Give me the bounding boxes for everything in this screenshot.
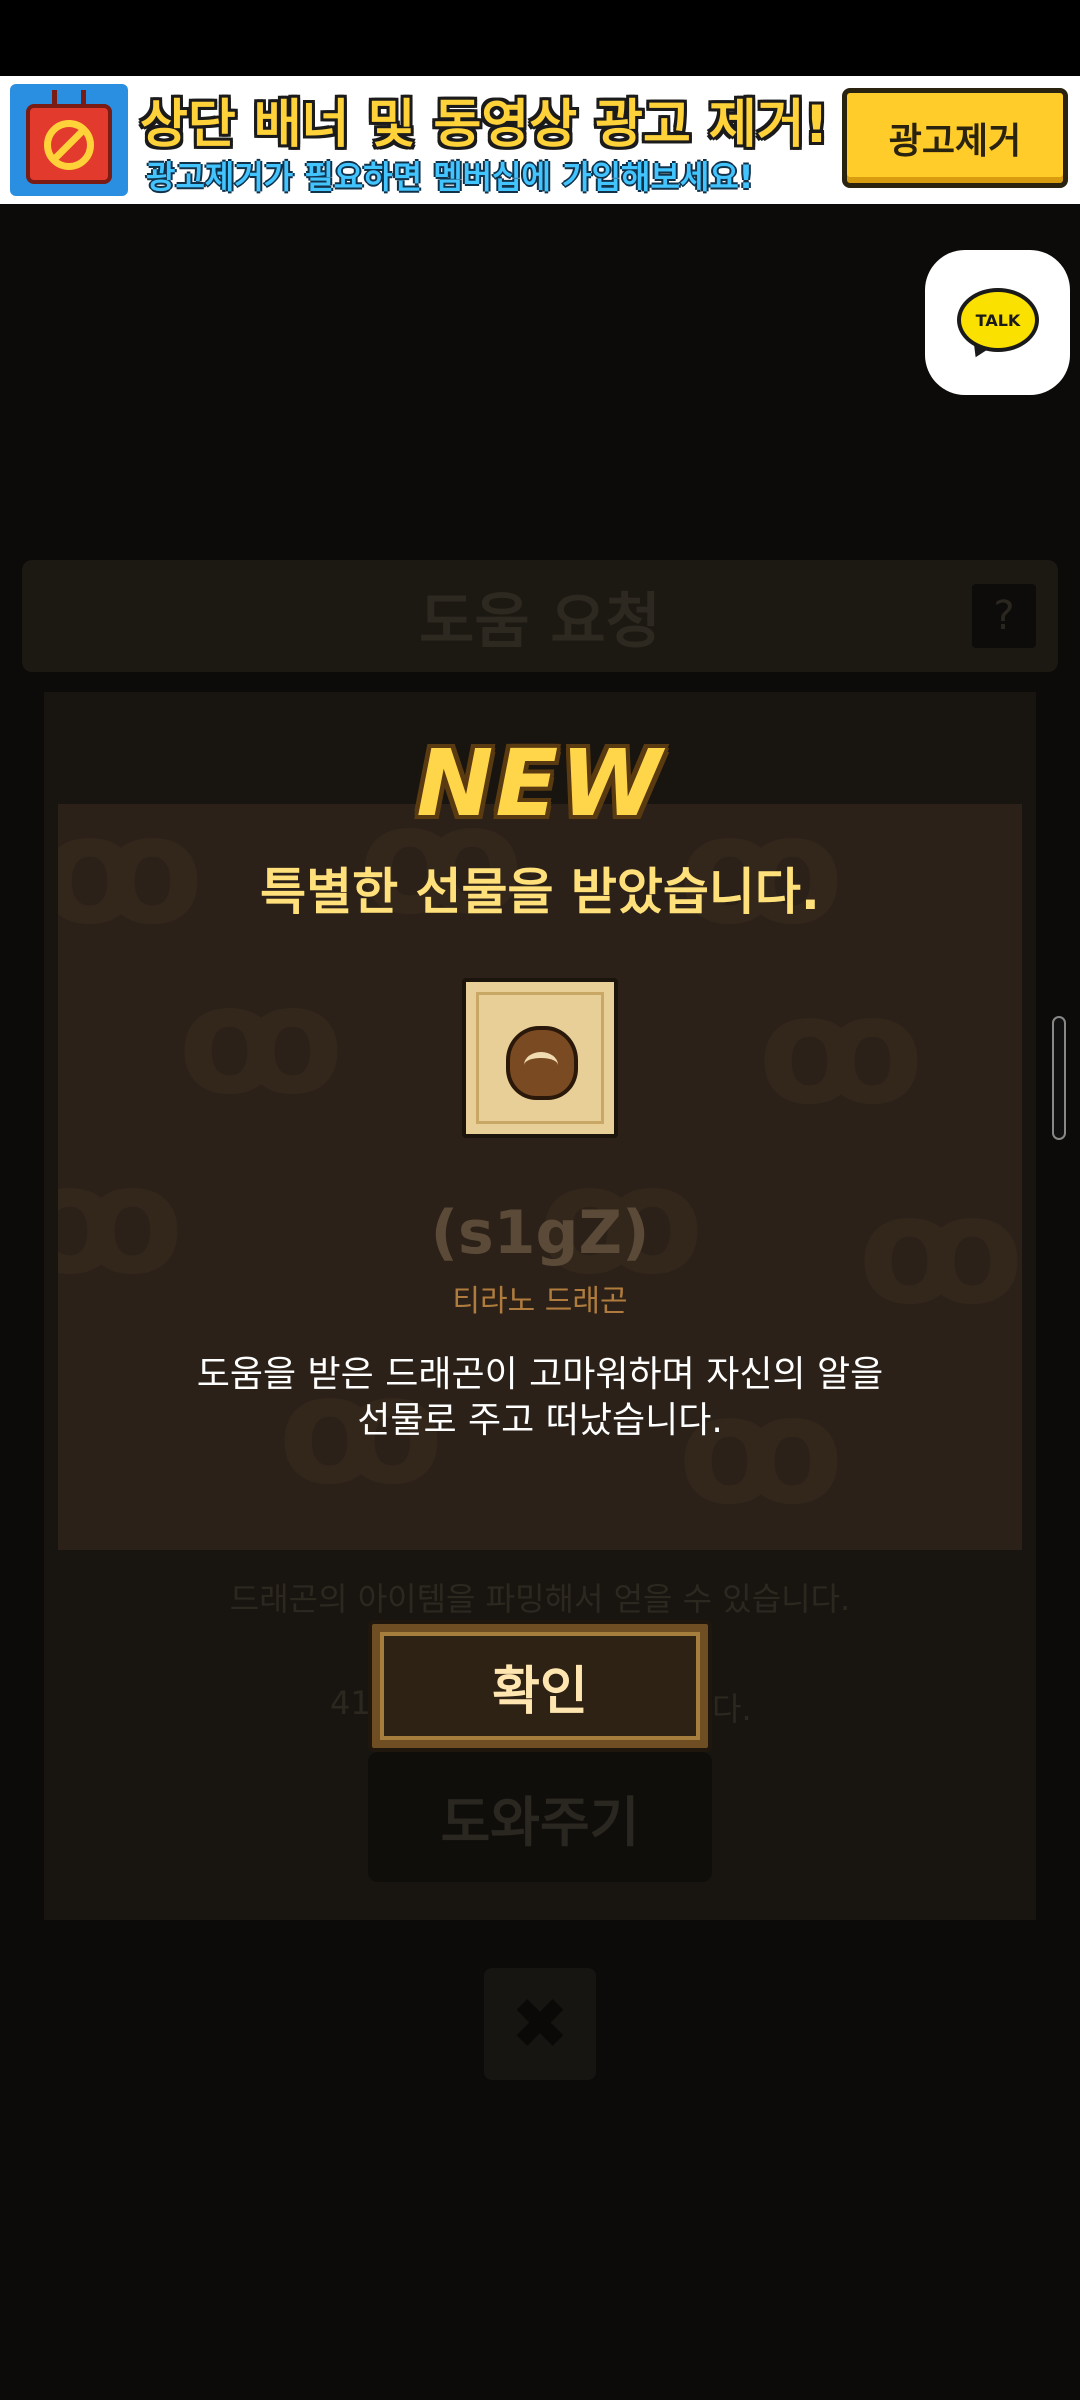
kakao-talk-icon: TALK — [957, 288, 1039, 352]
new-badge: NEW — [416, 730, 664, 837]
no-ads-tv-icon — [10, 84, 128, 196]
item-card — [462, 978, 618, 1138]
confirm-button-label: 확인 — [380, 1632, 700, 1740]
help-question-button[interactable]: ? — [972, 584, 1036, 648]
background-info-text: 드래곤의 아이템을 파밍해서 얻을 수 있습니다. — [229, 1580, 851, 1618]
close-icon: ✖ — [510, 1983, 570, 2065]
dragon-egg-icon — [506, 1026, 578, 1100]
close-button[interactable]: ✖ — [484, 1968, 596, 2080]
egg-marking — [524, 1052, 558, 1078]
help-button[interactable]: 도와주기 — [368, 1752, 712, 1882]
no-sign-icon — [44, 120, 94, 170]
kakao-talk-label: TALK — [975, 310, 1021, 330]
help-request-header: 도움 요청 ? — [22, 560, 1058, 672]
description-line-2: 선물로 주고 떠났습니다. — [357, 1400, 723, 1441]
item-name: (s1gZ) — [430, 1198, 650, 1268]
help-request-title: 도움 요청 — [419, 586, 661, 657]
ad-subtitle: 광고제거가 필요하면 멤버십에 가입해보세요! — [146, 158, 754, 196]
status-bar — [0, 0, 1080, 76]
popup-description: 도움을 받은 드래곤이 고마워하며 자신의 알을 선물로 주고 떠났습니다. — [0, 1352, 1080, 1444]
confirm-button[interactable]: 확인 — [368, 1620, 712, 1752]
ad-banner[interactable]: 상단 배너 및 동영상 광고 제거! 광고제거가 필요하면 멤버십에 가입해보세… — [0, 76, 1080, 204]
kakao-talk-button[interactable]: TALK — [925, 250, 1070, 395]
scrollbar[interactable] — [1052, 1016, 1066, 1140]
pattern-decoration: ꝏ — [758, 964, 924, 1138]
background-line-end: 다. — [712, 1690, 752, 1728]
pattern-decoration: ꝏ — [178, 954, 344, 1128]
remove-ads-button[interactable]: 광고제거 — [842, 88, 1068, 188]
ad-title: 상단 배너 및 동영상 광고 제거! — [140, 95, 829, 155]
item-type: 티라노 드래곤 — [452, 1284, 628, 1319]
description-line-1: 도움을 받은 드래곤이 고마워하며 자신의 알을 — [196, 1354, 884, 1395]
popup-title: 특별한 선물을 받았습니다. — [260, 863, 820, 921]
